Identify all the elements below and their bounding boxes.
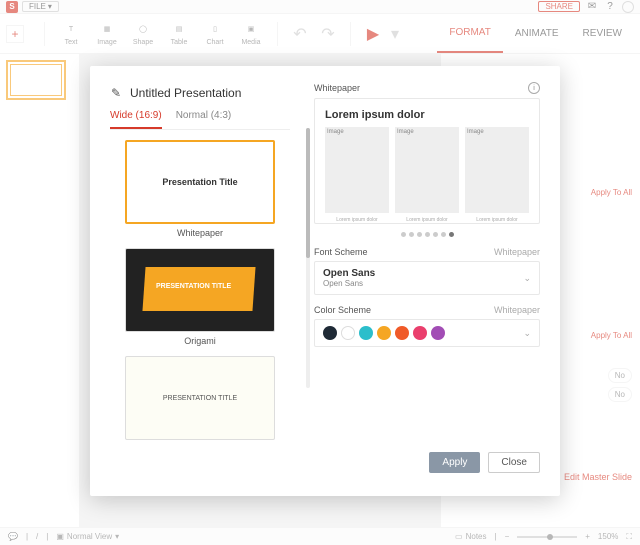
- theme-name: Origami: [125, 336, 275, 346]
- layout-preview: Lorem ipsum dolor: [314, 98, 540, 224]
- theme-preview-text: PRESENTATION TITLE: [156, 283, 231, 290]
- color-scheme-dropdown[interactable]: ⌄: [314, 319, 540, 347]
- presentation-title-input[interactable]: Untitled Presentation: [130, 86, 241, 100]
- color-swatches: [323, 326, 445, 340]
- theme-card-whitepaper[interactable]: Presentation Title Whitepaper: [125, 140, 275, 238]
- theme-preview-text: PRESENTATION TITLE: [163, 395, 237, 402]
- edit-title-icon[interactable]: ✎: [110, 87, 122, 99]
- theme-list-scrollbar[interactable]: [306, 128, 310, 388]
- theme-preview-text: Presentation Title: [162, 177, 237, 187]
- close-button[interactable]: Close: [488, 452, 540, 473]
- ratio-normal-tab[interactable]: Normal (4:3): [176, 110, 232, 129]
- info-icon[interactable]: i: [528, 82, 540, 94]
- font-scheme-dropdown[interactable]: Open Sans Open Sans ⌄: [314, 261, 540, 295]
- preview-header: Whitepaper: [314, 83, 360, 93]
- layout-pagination[interactable]: [314, 232, 540, 237]
- preview-image-placeholder: [325, 127, 389, 213]
- preview-image-placeholder: [395, 127, 459, 213]
- apply-button[interactable]: Apply: [429, 452, 480, 473]
- color-scheme-label: Color Scheme: [314, 305, 371, 315]
- theme-card-origami[interactable]: PRESENTATION TITLE Origami: [125, 248, 275, 346]
- preview-image-placeholder: [465, 127, 529, 213]
- theme-list: Presentation Title Whitepaper PRESENTATI…: [110, 140, 290, 440]
- font-scheme-value: Whitepaper: [494, 247, 540, 257]
- ratio-wide-tab[interactable]: Wide (16:9): [110, 110, 162, 129]
- preview-title: Lorem ipsum dolor: [325, 109, 529, 121]
- theme-name: Whitepaper: [125, 228, 275, 238]
- font-scheme-label: Font Scheme: [314, 247, 368, 257]
- theme-card-3[interactable]: PRESENTATION TITLE: [125, 356, 275, 440]
- theme-picker-modal: ✎ Untitled Presentation Wide (16:9) Norm…: [90, 66, 560, 496]
- color-scheme-value: Whitepaper: [494, 305, 540, 315]
- chevron-down-icon: ⌄: [523, 328, 531, 339]
- font-scheme-main: Open Sans: [323, 268, 375, 279]
- chevron-down-icon: ⌄: [523, 273, 531, 284]
- font-scheme-sub: Open Sans: [323, 279, 375, 288]
